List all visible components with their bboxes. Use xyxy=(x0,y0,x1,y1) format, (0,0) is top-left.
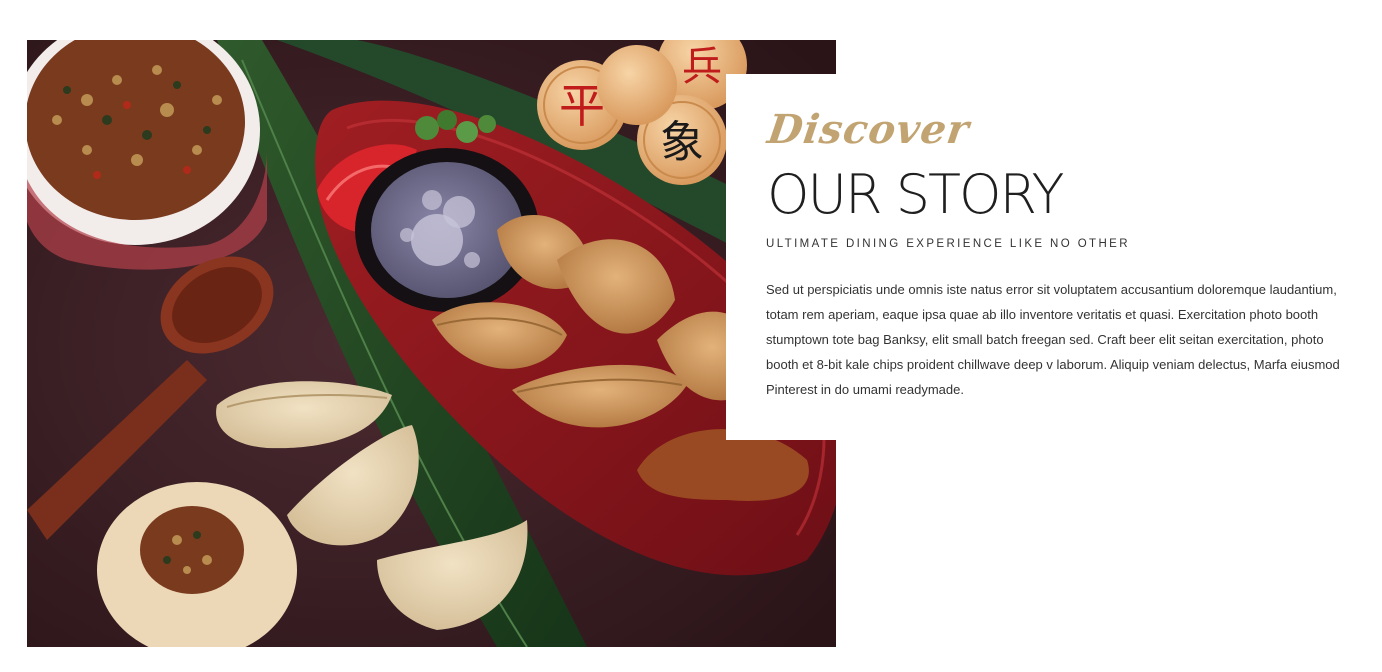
story-subtitle: ULTIMATE DINING EXPERIENCE LIKE NO OTHER xyxy=(766,238,1130,250)
chess-glyph-2: 兵 xyxy=(682,44,722,90)
dumplings-illustration: 平 兵 象 xyxy=(27,40,836,647)
hero-food-image: 平 兵 象 xyxy=(27,40,836,647)
our-story-card: Discover OUR STORY ULTIMATE DINING EXPER… xyxy=(726,74,1382,440)
story-body: Sed ut perspiciatis unde omnis iste natu… xyxy=(766,282,1340,397)
story-eyebrow: Discover xyxy=(764,106,973,153)
chess-glyph-3: 象 xyxy=(660,117,704,168)
story-title: OUR STORY xyxy=(767,163,1065,226)
